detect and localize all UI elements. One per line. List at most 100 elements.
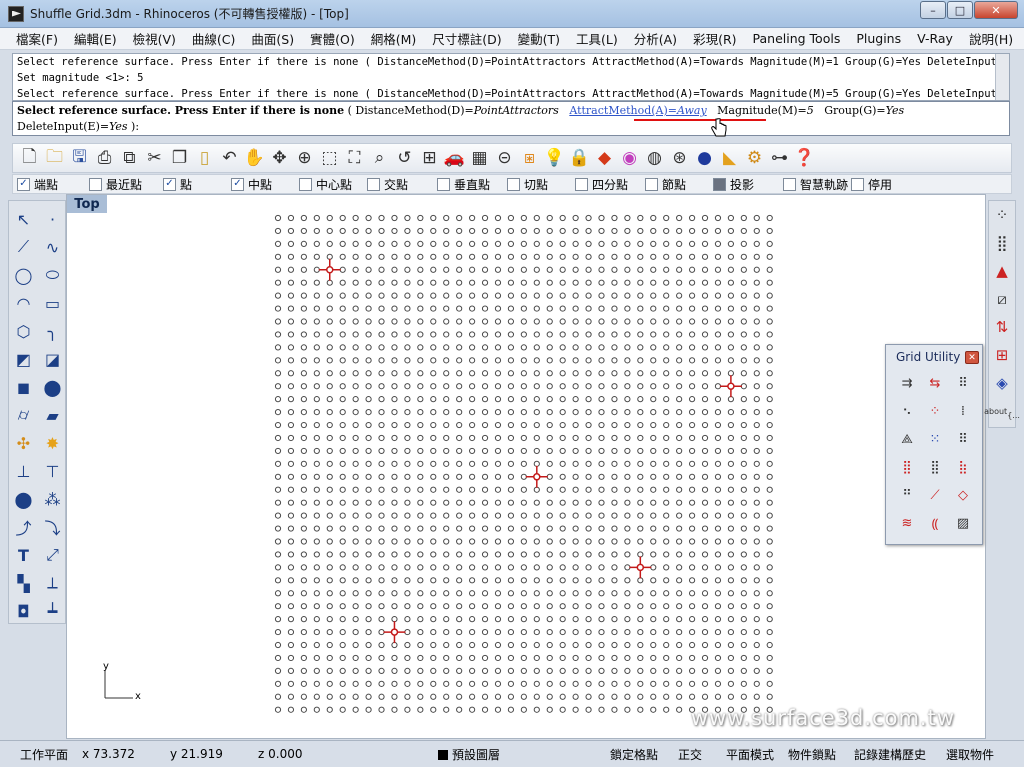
grid-point[interactable] (740, 357, 747, 364)
grid-point[interactable] (287, 460, 295, 467)
grid-point[interactable] (611, 641, 618, 649)
grid-point[interactable] (300, 318, 307, 325)
checkbox[interactable] (507, 177, 520, 191)
grid-point[interactable] (378, 680, 385, 687)
grid-point[interactable] (365, 628, 372, 636)
grid-point[interactable] (378, 706, 385, 713)
grid-point[interactable] (676, 486, 683, 493)
grid-point[interactable] (339, 227, 346, 235)
grid-point[interactable] (624, 357, 631, 364)
grid-point[interactable] (520, 409, 527, 416)
grid-point[interactable] (507, 409, 515, 416)
grid-point[interactable] (287, 383, 295, 390)
grid-point[interactable] (676, 538, 683, 545)
grid-point[interactable] (300, 628, 307, 636)
grid-point[interactable] (611, 253, 618, 260)
grid-point[interactable] (533, 434, 540, 442)
grid-point[interactable] (300, 460, 307, 467)
grid-point[interactable] (598, 706, 605, 713)
grid-point[interactable] (753, 577, 760, 584)
grid-point[interactable] (430, 421, 437, 429)
lock-icon[interactable]: 🔒 (567, 146, 592, 171)
grid-point[interactable] (274, 214, 282, 222)
grid-point[interactable] (740, 331, 747, 338)
grid-point[interactable] (430, 680, 437, 687)
grid-point[interactable] (494, 577, 502, 584)
grid-point[interactable] (637, 641, 644, 649)
grid-point[interactable] (481, 512, 489, 519)
grid-point[interactable] (300, 292, 307, 299)
grid-point[interactable] (494, 486, 502, 493)
grid-point[interactable] (494, 409, 502, 416)
grid-point[interactable] (365, 292, 372, 299)
grid-point[interactable] (611, 214, 618, 222)
menu-paneling-tools[interactable]: Paneling Tools (745, 31, 849, 46)
grid-point[interactable] (494, 253, 502, 260)
grid-point[interactable] (300, 667, 307, 674)
grid-point[interactable] (378, 409, 385, 416)
grid-point[interactable] (456, 616, 463, 623)
grid-point[interactable] (611, 486, 618, 493)
osnap-end[interactable]: ✓ 端點 (17, 176, 89, 193)
grid-point[interactable] (688, 421, 696, 429)
grid-point[interactable] (753, 499, 760, 506)
grid-point[interactable] (520, 331, 527, 338)
spotlight-icon[interactable]: ◣ (717, 146, 742, 171)
grid-point[interactable] (740, 512, 747, 519)
grid-point[interactable] (456, 603, 463, 610)
grid-point[interactable] (365, 253, 372, 260)
grid-point[interactable] (663, 383, 670, 390)
grid-point[interactable] (326, 680, 333, 687)
grid-point[interactable] (481, 551, 489, 558)
grid-point[interactable] (753, 447, 760, 455)
status-cplane[interactable]: 工作平面 (0, 746, 76, 763)
menu-dimension[interactable]: 尺寸標註(D) (424, 29, 509, 48)
grid-point[interactable] (430, 654, 437, 662)
grid-point[interactable] (404, 538, 411, 545)
grid-point[interactable] (624, 266, 631, 273)
array-icon[interactable]: ▚ (9, 569, 38, 597)
grid-point[interactable] (520, 434, 527, 442)
grid-point[interactable] (507, 434, 515, 442)
grid-point[interactable] (352, 409, 359, 416)
grid-point[interactable] (585, 641, 592, 649)
osnap-quad[interactable]: 四分點 (575, 176, 645, 193)
grid-point[interactable] (443, 564, 450, 571)
grid-point[interactable] (688, 266, 696, 273)
grid-point[interactable] (650, 331, 657, 338)
grid-point[interactable] (637, 266, 644, 273)
grid-point[interactable] (326, 214, 333, 222)
grid-point[interactable] (456, 654, 463, 662)
grid-point[interactable] (391, 590, 398, 597)
grid-point[interactable] (637, 460, 644, 467)
grid-point[interactable] (663, 409, 670, 416)
grid-point[interactable] (520, 305, 527, 312)
grid-point[interactable] (378, 344, 385, 351)
grid-point[interactable] (727, 240, 734, 247)
grid-point[interactable] (533, 409, 540, 416)
menu-tools[interactable]: 工具(L) (568, 29, 626, 48)
grid-point[interactable] (365, 460, 372, 467)
grid-point[interactable] (456, 447, 463, 455)
grid-point[interactable] (326, 460, 333, 467)
open-folder-icon[interactable]: 🗀 (42, 146, 67, 171)
grid-point[interactable] (313, 305, 320, 312)
grid-point[interactable] (533, 331, 540, 338)
grid-point[interactable] (611, 628, 618, 636)
grid-point[interactable] (714, 525, 722, 532)
grid-point[interactable] (404, 227, 411, 235)
grid-point[interactable] (469, 525, 476, 532)
grid-point[interactable] (443, 538, 450, 545)
grid-point[interactable] (688, 253, 696, 260)
grid-point[interactable] (494, 512, 502, 519)
grid-point[interactable] (624, 525, 631, 532)
grid-point[interactable] (313, 641, 320, 649)
grid-point[interactable] (391, 421, 398, 429)
grid-point[interactable] (378, 357, 385, 364)
grid-point[interactable] (469, 447, 476, 455)
grid-point[interactable] (430, 525, 437, 532)
checkbox[interactable] (437, 177, 450, 191)
grid-point[interactable] (404, 680, 411, 687)
render-box-icon[interactable]: ◘ (9, 597, 38, 625)
grid-point[interactable] (766, 680, 773, 687)
